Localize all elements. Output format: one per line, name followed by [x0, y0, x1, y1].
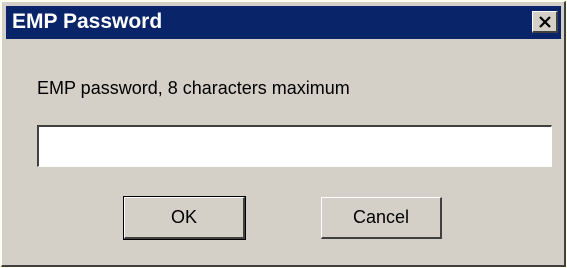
cancel-button-label: Cancel — [352, 207, 410, 227]
emp-password-dialog: EMP Password EMP password, 8 characters … — [1, 1, 566, 267]
ok-button-label: OK — [170, 207, 197, 227]
close-button[interactable] — [532, 11, 558, 33]
cancel-button[interactable]: Cancel — [321, 197, 442, 239]
prompt-label: EMP password, 8 characters maximum — [37, 78, 350, 98]
password-input[interactable] — [37, 125, 552, 167]
title-bar[interactable]: EMP Password — [6, 6, 561, 39]
ok-button[interactable]: OK — [123, 196, 246, 240]
window-title: EMP Password — [12, 10, 163, 33]
close-icon — [539, 16, 551, 28]
